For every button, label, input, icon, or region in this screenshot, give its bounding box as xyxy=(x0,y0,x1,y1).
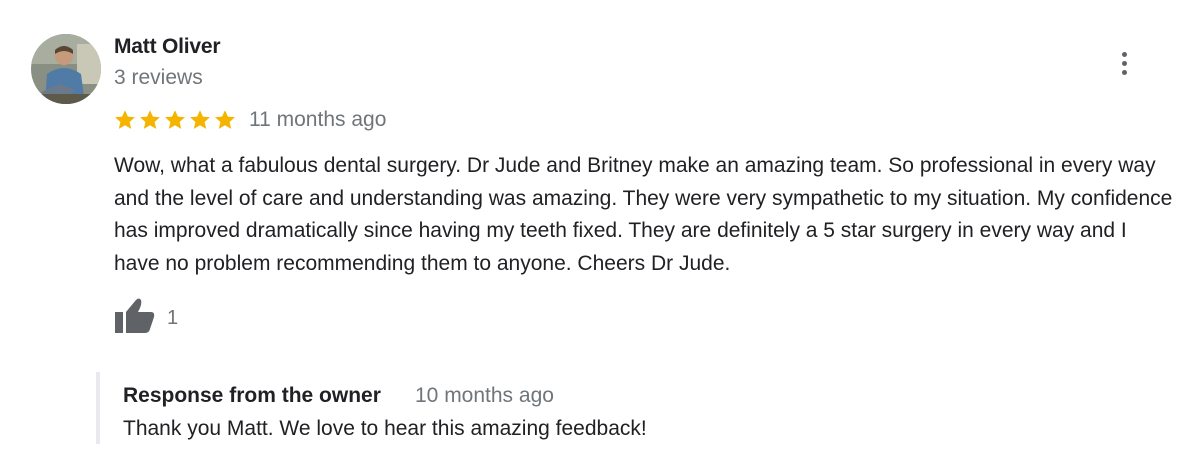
review-text: Wow, what a fabulous dental surgery. Dr … xyxy=(114,154,1173,275)
review-time: 11 months ago xyxy=(249,108,387,131)
thumbs-up-icon xyxy=(115,298,155,333)
more-options-button[interactable] xyxy=(1110,46,1138,80)
avatar[interactable] xyxy=(31,34,101,104)
owner-response-time: 10 months ago xyxy=(415,384,554,407)
like-button[interactable] xyxy=(114,296,158,336)
star-rating xyxy=(113,108,237,132)
owner-response: Response from the owner 10 months ago Th… xyxy=(96,372,800,444)
author-name[interactable]: Matt Oliver xyxy=(114,35,221,59)
like-count: 1 xyxy=(167,307,179,329)
star-icon xyxy=(215,110,235,129)
owner-response-title: Response from the owner xyxy=(123,384,381,407)
star-icon xyxy=(115,110,135,129)
more-vert-icon xyxy=(1121,50,1127,77)
avatar-image xyxy=(31,34,101,104)
star-icon xyxy=(190,110,210,129)
owner-response-text: Thank you Matt. We love to hear this ama… xyxy=(123,417,647,440)
author-review-count[interactable]: 3 reviews xyxy=(114,66,203,90)
star-icon xyxy=(165,110,185,129)
star-icon xyxy=(140,110,160,129)
